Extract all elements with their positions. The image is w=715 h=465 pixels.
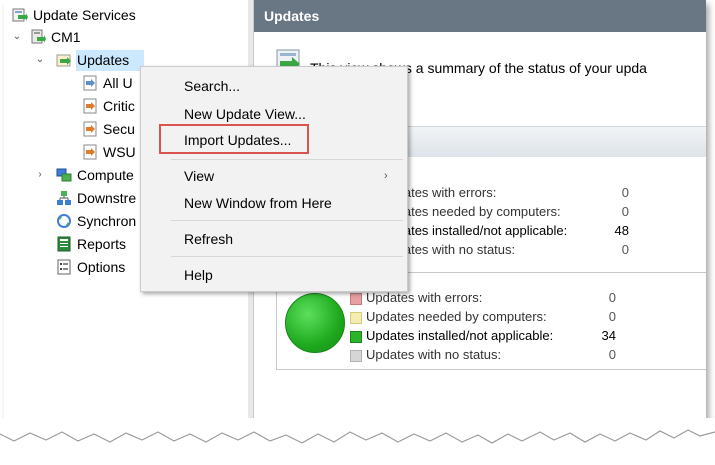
- expand-chevron-icon[interactable]: ⌄: [12, 27, 22, 47]
- synchronization-icon: [56, 213, 72, 229]
- installed-swatch-icon: [350, 331, 362, 343]
- menu-item-refresh[interactable]: Refresh: [184, 228, 233, 250]
- menu-separator: [171, 159, 403, 160]
- error-swatch-icon: [350, 293, 362, 305]
- update-view-icon: [82, 98, 98, 114]
- expand-chevron-icon[interactable]: ›: [35, 165, 45, 185]
- page-title: Updates: [264, 8, 320, 24]
- submenu-arrow-icon: ›: [384, 170, 388, 182]
- downstream-icon: [56, 190, 72, 206]
- menu-item-search[interactable]: Search...: [184, 75, 240, 97]
- menu-separator: [171, 256, 403, 257]
- updates-folder-icon: [56, 52, 72, 68]
- mmc-window: Update Services ⌄ CM1 ⌄ Updates All U Cr…: [4, 0, 706, 421]
- update-view-icon: [82, 75, 98, 91]
- context-menu: Search... New Update View... Import Upda…: [140, 66, 408, 292]
- menu-item-view[interactable]: View ›: [184, 165, 404, 187]
- update-services-icon: [12, 7, 28, 23]
- torn-edge-decoration: [0, 418, 715, 444]
- menu-item-new-window[interactable]: New Window from Here: [184, 192, 332, 214]
- update-view-icon: [82, 144, 98, 160]
- computers-icon: [56, 167, 72, 183]
- expand-chevron-icon[interactable]: ⌄: [35, 50, 45, 70]
- highlight-box: [159, 124, 309, 154]
- reports-icon: [56, 236, 72, 252]
- options-icon: [56, 259, 72, 275]
- menu-item-help[interactable]: Help: [184, 264, 213, 286]
- status-circle-icon: [285, 293, 345, 353]
- menu-separator: [171, 220, 403, 221]
- update-view-icon: [82, 121, 98, 137]
- server-icon: [30, 29, 46, 45]
- no-status-swatch-icon: [350, 350, 362, 362]
- needed-swatch-icon: [350, 312, 362, 324]
- results-header: Updates: [254, 0, 706, 32]
- menu-item-new-update-view[interactable]: New Update View...: [184, 103, 306, 125]
